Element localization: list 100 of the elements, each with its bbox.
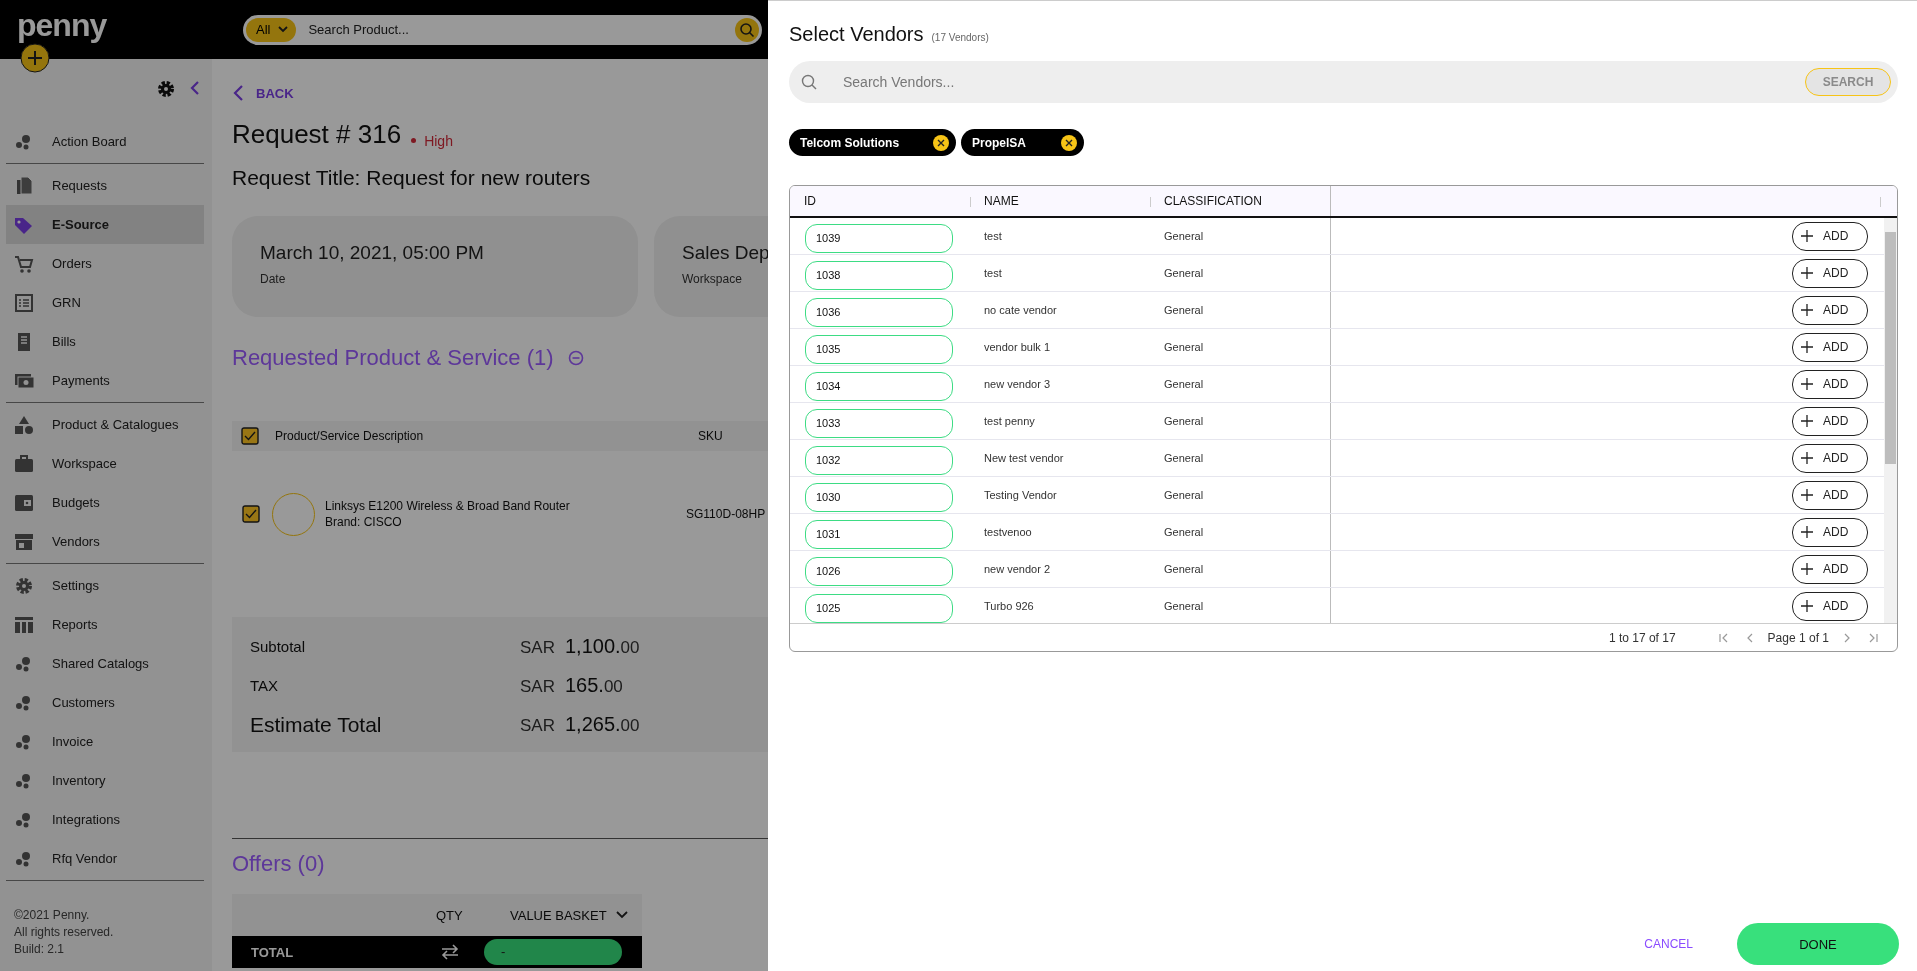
card-value: March 10, 2021, 05:00 PM [260, 242, 485, 264]
sidebar-item[interactable]: Action Board [6, 122, 204, 161]
column-header: Product/Service Description [275, 429, 425, 443]
sidebar-item[interactable]: Product & Catalogues [6, 405, 204, 444]
table-cell: General [1164, 563, 1204, 575]
first-page-icon[interactable] [1718, 632, 1729, 643]
plus-icon[interactable] [20, 43, 50, 73]
plus-icon [1801, 341, 1813, 353]
add-button[interactable]: ADD [1792, 258, 1868, 288]
amount-text: SAR 1,100.00 [520, 635, 640, 658]
search-field[interactable]: All Search Product... [243, 14, 762, 45]
add-button[interactable]: ADD [1792, 406, 1868, 436]
cancel-button[interactable]: CANCEL [1638, 936, 1699, 952]
gear-icon [14, 575, 34, 596]
sidebar-item[interactable]: Requests [6, 166, 204, 205]
row-checkbox[interactable] [242, 505, 260, 523]
scrollbar-thumb[interactable] [1885, 232, 1896, 464]
plus-icon [1801, 267, 1813, 279]
id-tag: 1025 [805, 593, 953, 623]
table-cell: General [1164, 341, 1204, 353]
add-button[interactable]: ADD [1792, 221, 1868, 251]
add-button[interactable]: ADD [1792, 480, 1868, 510]
footer-text: Build: 2.1 [14, 941, 66, 958]
total-label: TOTAL [251, 944, 295, 960]
sidebar-item[interactable]: Inventory [6, 761, 204, 800]
vendor-count: (17 Vendors) [931, 32, 989, 43]
section-title: Requested Product & Service (1) [232, 345, 554, 371]
close-icon[interactable] [1060, 133, 1078, 152]
store-icon [14, 531, 34, 552]
back-link[interactable]: BACK [232, 85, 768, 101]
plus-icon [1801, 230, 1813, 242]
swap-icon[interactable] [441, 944, 459, 960]
table-cell: General [1164, 267, 1204, 279]
briefcase-icon [14, 453, 34, 474]
table-cell: test penny [984, 415, 1035, 427]
footer-text: ©2021 Penny. [14, 907, 91, 924]
search-icon[interactable] [735, 17, 759, 42]
amount-text: SAR 1,265.00 [520, 713, 640, 736]
last-page-icon[interactable] [1868, 632, 1878, 643]
add-button[interactable]: ADD [1792, 554, 1868, 584]
next-page-icon[interactable] [1842, 632, 1852, 643]
table-cell: testvenoo [984, 526, 1032, 538]
table-cell: General [1164, 526, 1204, 538]
sidebar-item[interactable]: Integrations [6, 800, 204, 839]
product-brand: Brand: CISCO [325, 514, 403, 530]
sidebar-item[interactable]: Orders [6, 244, 204, 283]
table-cell: new vendor 3 [984, 378, 1051, 390]
table-cell: test [984, 230, 1002, 242]
add-button[interactable]: ADD [1792, 332, 1868, 362]
scrollbar[interactable] [1884, 218, 1897, 623]
done-button[interactable]: DONE [1737, 923, 1899, 965]
collapse-icon[interactable] [567, 350, 584, 366]
sidebar-item[interactable]: Budgets [6, 483, 204, 522]
select-all-checkbox[interactable] [241, 427, 259, 445]
column-header: NAME [970, 186, 1150, 216]
summary-label: Subtotal [250, 638, 307, 655]
plus-icon [1801, 415, 1813, 427]
close-icon[interactable] [932, 133, 950, 152]
table-cell: General [1164, 600, 1204, 612]
column-header: SKU [698, 429, 724, 443]
id-tag: 1030 [805, 482, 953, 512]
add-button[interactable]: ADD [1792, 591, 1868, 621]
id-tag: 1034 [805, 371, 953, 401]
settings-icon[interactable] [156, 79, 174, 97]
sidebar-item[interactable]: Rfq Vendor [6, 839, 204, 878]
plus-icon [1801, 378, 1813, 390]
id-tag: 1026 [805, 556, 953, 586]
id-tag: 1031 [805, 519, 953, 549]
table-cell: General [1164, 489, 1204, 501]
sidebar-item[interactable]: Shared Catalogs [6, 644, 204, 683]
sidebar-item[interactable]: Bills [6, 322, 204, 361]
category-dropdown[interactable]: All [246, 17, 297, 42]
table-cell: General [1164, 378, 1204, 390]
plus-icon [1801, 452, 1813, 464]
add-button[interactable]: ADD [1792, 443, 1868, 473]
add-button[interactable]: ADD [1792, 295, 1868, 325]
sidebar-item[interactable]: Vendors [6, 522, 204, 561]
sidebar-item[interactable]: Invoice [6, 722, 204, 761]
list-icon [14, 292, 34, 313]
table-cell: new vendor 2 [984, 563, 1051, 575]
sidebar-item[interactable]: Payments [6, 361, 204, 400]
table-cell: Turbo 926 [984, 600, 1034, 612]
sidebar-item[interactable]: GRN [6, 283, 204, 322]
collapse-icon[interactable] [190, 81, 200, 95]
table-cell: New test vendor [984, 452, 1064, 464]
logo: penny [16, 7, 108, 44]
vendor-chip: PropelSA [961, 129, 1084, 156]
sidebar-item[interactable]: Workspace [6, 444, 204, 483]
add-button[interactable]: ADD [1792, 517, 1868, 547]
sidebar-item[interactable]: Settings [6, 566, 204, 605]
card-value: Sales Dep [682, 242, 768, 264]
document-icon [14, 175, 34, 196]
sidebar-item[interactable]: Customers [6, 683, 204, 722]
product-name: Linksys E1200 Wireless & Broad Band Router [325, 498, 571, 514]
sidebar-item[interactable]: E-Source [6, 205, 204, 244]
table-cell: Testing Vendor [984, 489, 1057, 501]
add-button[interactable]: ADD [1792, 369, 1868, 399]
sidebar-item[interactable]: Reports [6, 605, 204, 644]
sort-dropdown[interactable]: VALUE BASKET [510, 907, 628, 923]
columns-icon [14, 614, 34, 635]
